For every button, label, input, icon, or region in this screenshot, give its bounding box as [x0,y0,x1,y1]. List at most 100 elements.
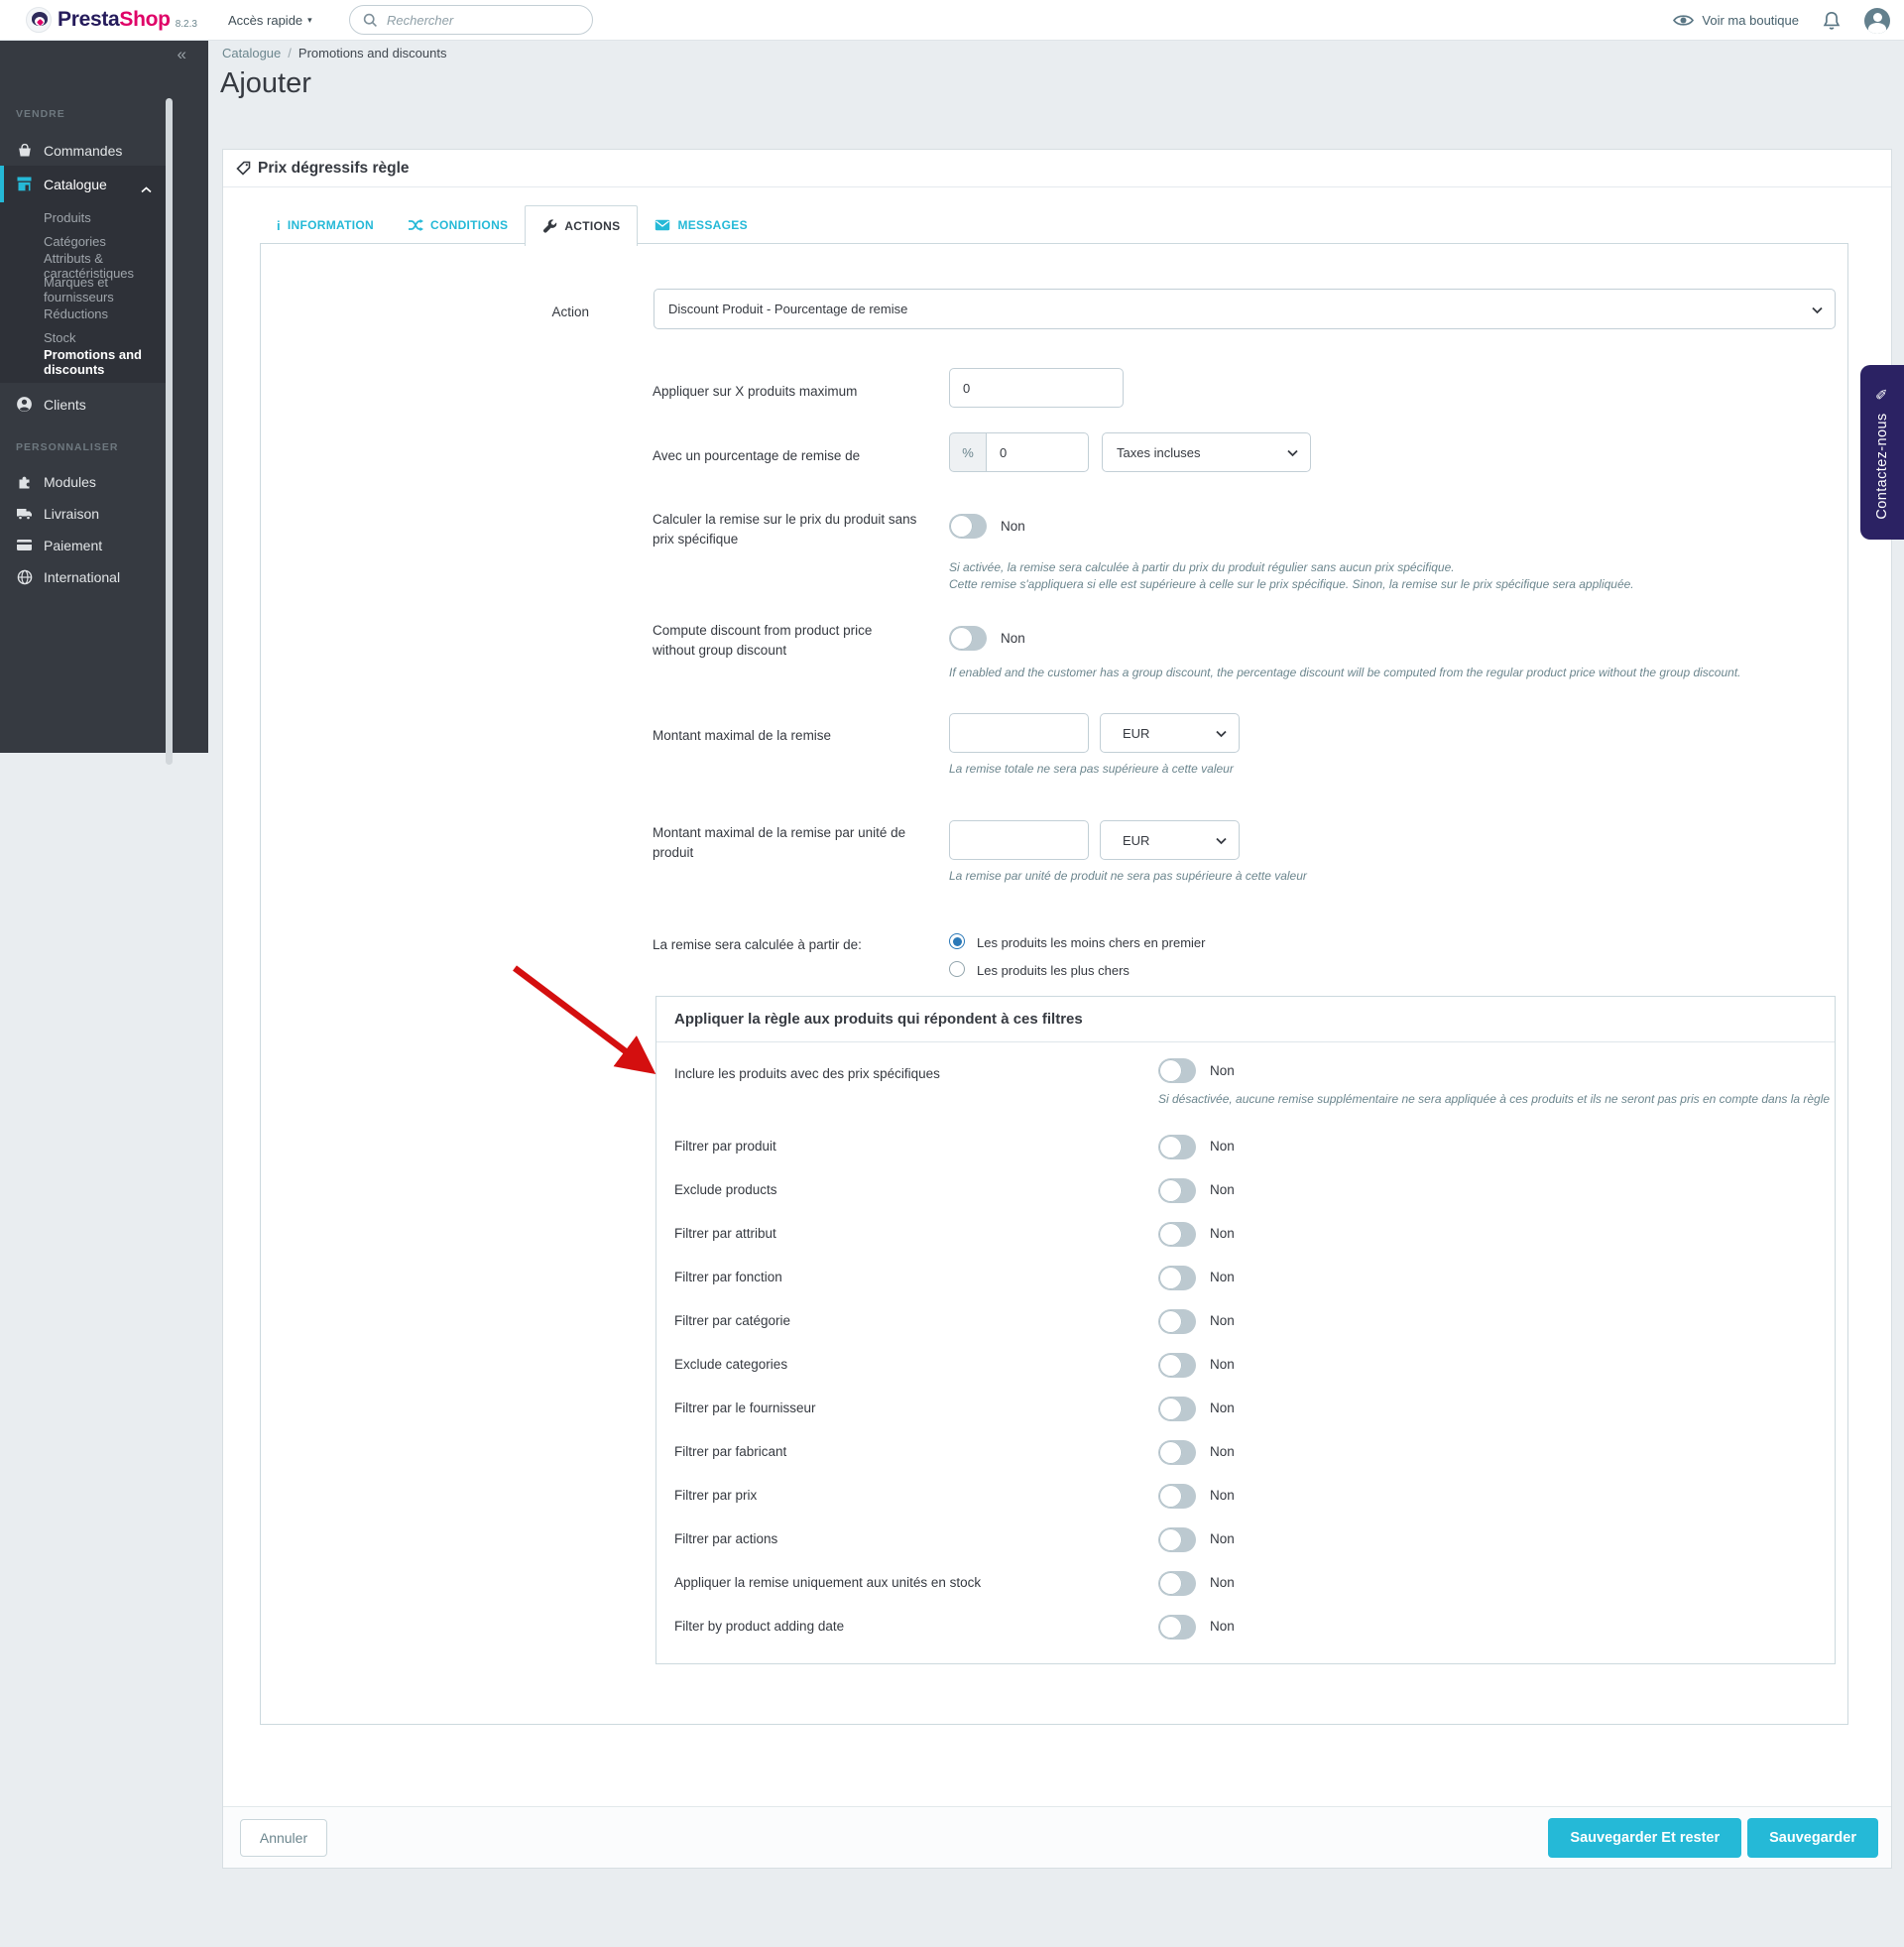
view-shop-link[interactable]: Voir ma boutique [1673,13,1799,28]
pencil-icon: ✎ [1872,385,1892,403]
toggle-state: Non [1210,1619,1235,1634]
panel-title: Prix dégressifs règle [258,159,410,177]
filter-row-label: Filtrer par prix [674,1488,758,1503]
sidebar-item-label: Modules [44,473,96,490]
without-group-discount-label: Compute discount from product price with… [653,623,873,658]
cancel-button[interactable]: Annuler [240,1819,327,1857]
search-input[interactable] [387,12,565,28]
sidebar-item-label: Paiement [44,537,103,553]
max-amount-input[interactable] [949,713,1089,753]
radio-option-label[interactable]: Les produits les moins chers en premier [977,935,1206,950]
include-specific-toggle[interactable] [1158,1058,1196,1083]
percentage-input[interactable] [986,432,1089,472]
radio-option-label[interactable]: Les produits les plus chers [977,963,1130,978]
sidebar-item-label: Catalogue [44,176,107,192]
sidebar-collapse-icon[interactable]: « [178,45,186,64]
sidebar-item-international[interactable]: International [0,561,166,592]
toggle-state: Non [1210,1531,1235,1546]
filter-row-label: Filtrer par actions [674,1531,778,1546]
reduction-without-specific-toggle[interactable] [949,514,987,539]
eye-icon [1673,15,1695,26]
chevron-down-icon [1287,445,1298,460]
filter-row-label: Filtrer par le fournisseur [674,1400,816,1415]
toggle-state: Non [1001,631,1025,646]
filter-toggle[interactable] [1158,1266,1196,1290]
max-amount-currency-select[interactable]: EUR [1100,713,1240,753]
store-icon [16,176,33,192]
tab-information[interactable]: i INFORMATION [260,205,391,245]
filter-row: Filtrer par attribut Non [656,1213,1835,1257]
card-footer: Annuler Sauvegarder Et rester Sauvegarde… [223,1806,1891,1868]
filter-toggle[interactable] [1158,1484,1196,1509]
save-button[interactable]: Sauvegarder [1747,1818,1878,1858]
filter-row-label: Filtrer par produit [674,1139,776,1154]
sidebar-item-paiement[interactable]: Paiement [0,530,166,560]
sidebar-nav: « VENDRE Commandes Catalogue Produits Ca… [0,41,208,765]
header-search[interactable] [349,5,593,35]
sidebar-item-catalogue[interactable]: Catalogue [0,166,166,202]
contact-us-tab[interactable]: Contactez-nous ✎ [1860,365,1904,540]
globe-icon [16,568,33,585]
filter-toggle[interactable] [1158,1527,1196,1552]
calc-from-label: La remise sera calculée à partir de: [653,937,862,952]
without-group-discount-toggle[interactable] [949,626,987,651]
sidebar-item-produits[interactable]: Produits [0,205,166,229]
page-title: Ajouter [220,67,311,99]
filter-row: Appliquer la remise uniquement aux unité… [656,1562,1835,1606]
sidebar-item-marques[interactable]: Marques et fournisseurs [0,275,166,304]
chevron-down-icon: ▾ [307,15,312,25]
tab-conditions[interactable]: CONDITIONS [391,205,525,245]
chevron-down-icon [1812,302,1823,316]
search-icon [363,13,377,27]
quick-access-menu[interactable]: Accès rapide ▾ [228,0,312,41]
sidebar-item-clients[interactable]: Clients [0,389,166,420]
tab-actions[interactable]: ACTIONS [525,205,639,246]
sidebar-item-commandes[interactable]: Commandes [0,135,166,166]
radio-cheapest-first[interactable] [949,933,965,949]
filter-toggle[interactable] [1158,1135,1196,1159]
user-avatar[interactable] [1864,7,1890,34]
filter-toggle[interactable] [1158,1440,1196,1465]
filter-row: Filter by product adding date Non [656,1606,1835,1649]
max-amount-per-unit-currency-select[interactable]: EUR [1100,820,1240,860]
save-and-stay-button[interactable]: Sauvegarder Et rester [1548,1818,1742,1858]
top-header: PrestaShop 8.2.3 Accès rapide ▾ Voir ma … [0,0,1904,41]
toggle-state: Non [1210,1139,1235,1154]
sidebar-item-livraison[interactable]: Livraison [0,498,166,529]
puzzle-icon [16,473,33,490]
filter-toggle[interactable] [1158,1397,1196,1421]
filter-toggle[interactable] [1158,1353,1196,1378]
breadcrumb-parent[interactable]: Catalogue [222,46,281,61]
max-amount-per-unit-input[interactable] [949,820,1089,860]
sidebar-item-reductions[interactable]: Réductions [0,302,166,325]
filter-row-label: Filtrer par catégorie [674,1313,791,1328]
prestashop-mascot-icon [26,7,52,33]
action-select[interactable]: Discount Produit - Pourcentage de remise [654,289,1836,329]
toggle-state: Non [1210,1575,1235,1590]
filter-toggle[interactable] [1158,1178,1196,1203]
filter-row: Filtrer par fonction Non [656,1257,1835,1300]
max-amount-help: La remise totale ne sera pas supérieure … [949,762,1234,776]
reduction-help-line2: Cette remise s'appliquera si elle est su… [949,577,1634,591]
filter-toggle[interactable] [1158,1615,1196,1640]
sidebar-scrollbar[interactable] [166,98,173,765]
prestashop-logo[interactable]: PrestaShop 8.2.3 [26,7,197,33]
tab-messages[interactable]: MESSAGES [638,205,764,245]
filter-rows: Filtrer par produit Non Exclude products… [656,1126,1835,1649]
max-products-input[interactable] [949,368,1124,408]
notifications-bell-icon[interactable] [1823,11,1841,31]
reduction-without-specific-label: Calculer la remise sur le prix du produi… [653,512,917,547]
filter-row-label: Appliquer la remise uniquement aux unité… [674,1575,982,1590]
filter-toggle[interactable] [1158,1222,1196,1247]
filter-toggle[interactable] [1158,1309,1196,1334]
toggle-state: Non [1210,1226,1235,1241]
filter-toggle[interactable] [1158,1571,1196,1596]
sidebar-item-modules[interactable]: Modules [0,466,166,497]
filter-row: Filtrer par prix Non [656,1475,1835,1519]
tax-select[interactable]: Taxes incluses [1102,432,1311,472]
sidebar-catalogue-block: Catalogue Produits Catégories Attributs … [0,166,166,383]
percent-prefix: % [949,432,986,472]
tab-bar: i INFORMATION CONDITIONS ACTIONS MESSAGE… [260,204,765,246]
sidebar-item-promotions[interactable]: Promotions and discounts [0,347,166,377]
radio-most-expensive[interactable] [949,961,965,977]
